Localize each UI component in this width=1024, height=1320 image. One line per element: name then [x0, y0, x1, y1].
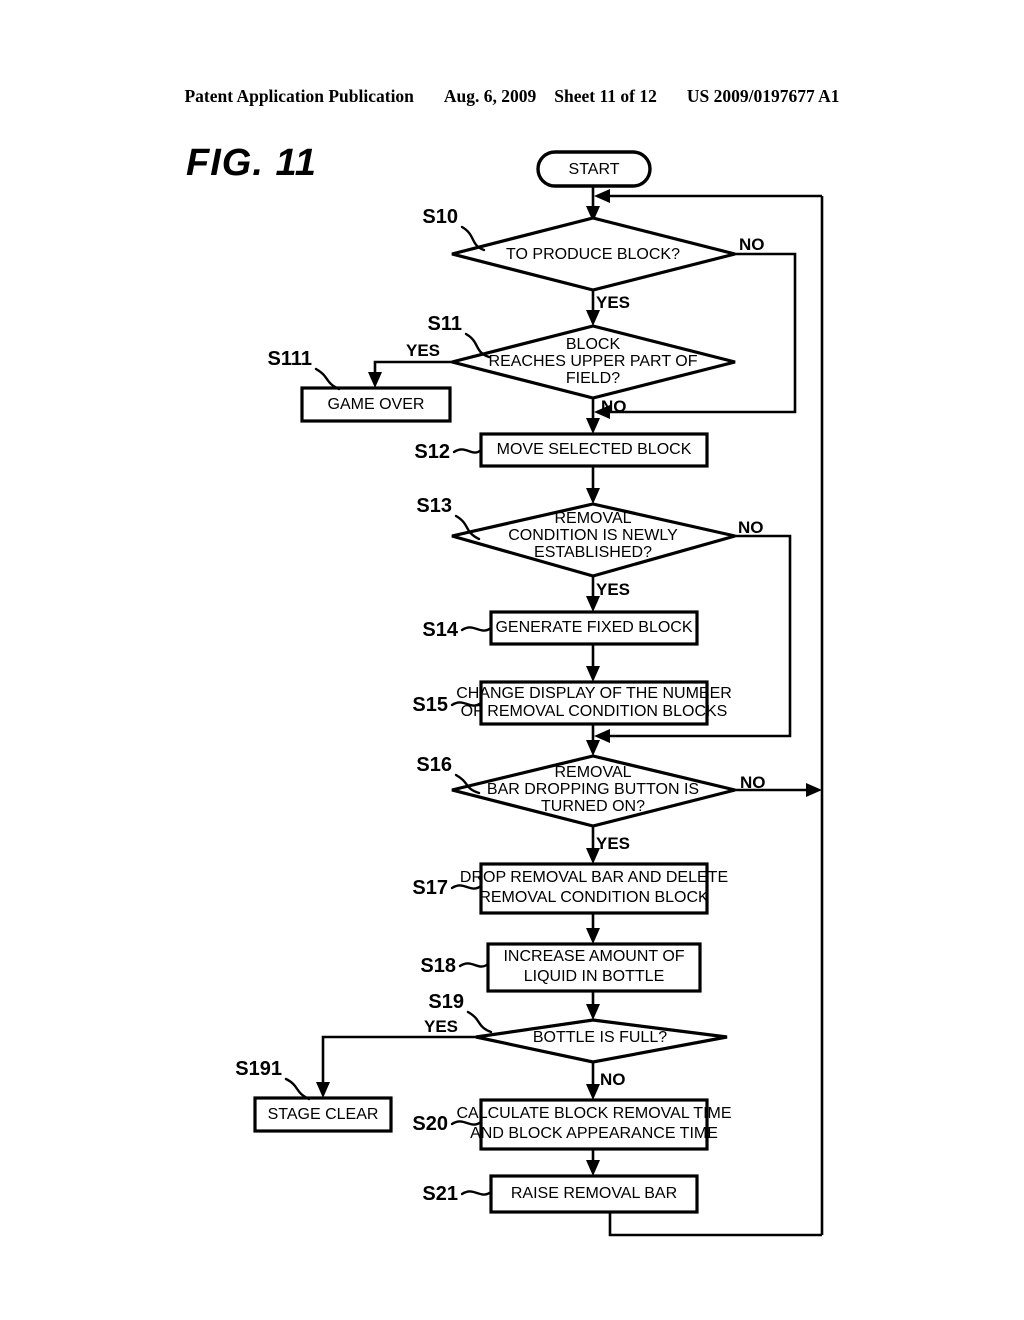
s11-text-line-1: BLOCK [566, 336, 621, 353]
step-id-s14: S14 [422, 619, 458, 641]
edge-s19-yes-to-s191 [321, 1035, 476, 1090]
arrowhead-s19-no [586, 1084, 600, 1100]
node-s12: MOVE SELECTED BLOCK [479, 432, 709, 468]
node-s111: GAME OVER [300, 386, 452, 423]
s191-text-line-1: STAGE CLEAR [268, 1106, 379, 1123]
s20-text-line-1: CALCULATE BLOCK REMOVAL TIME [456, 1105, 731, 1122]
node-s13: REMOVAL CONDITION IS NEWLY ESTABLISHED? [451, 502, 736, 578]
leader-s19 [466, 1010, 493, 1034]
edge-s11-yes-to-s111 [373, 360, 452, 380]
arrowhead-s19-yes [316, 1082, 330, 1098]
step-id-s16: S16 [416, 754, 452, 776]
branch-label-s16-yes: YES [596, 834, 630, 853]
step-id-s12: S12 [414, 441, 450, 463]
branch-label-s13-yes: YES [596, 580, 630, 599]
s15-text-line-1: CHANGE DISPLAY OF THE NUMBER [456, 685, 732, 702]
arrowhead-s10-yes [586, 310, 600, 326]
s10-text-line-1: TO PRODUCE BLOCK? [506, 246, 680, 263]
leader-s111 [314, 367, 341, 391]
start-label: START [569, 161, 620, 178]
step-id-s11: S11 [428, 313, 462, 335]
arrowhead-s18-to-s19 [586, 1004, 600, 1020]
arrowhead-s11-yes [368, 372, 382, 388]
branch-label-s16-no: NO [740, 773, 766, 792]
step-id-s19: S19 [428, 991, 464, 1013]
node-s17: DROP REMOVAL BAR AND DELETE REMOVAL COND… [460, 862, 728, 915]
s12-text-line-1: MOVE SELECTED BLOCK [497, 441, 692, 458]
branch-label-s11-yes: YES [406, 341, 440, 360]
step-id-s191: S191 [235, 1058, 282, 1080]
node-s20: CALCULATE BLOCK REMOVAL TIME AND BLOCK A… [456, 1098, 732, 1151]
edge-s21-to-outer-loop [608, 1212, 822, 1237]
step-id-s20: S20 [412, 1113, 448, 1135]
node-s16: REMOVAL BAR DROPPING BUTTON IS TURNED ON… [451, 754, 736, 828]
s15-text-line-2: OF REMOVAL CONDITION BLOCKS [461, 703, 728, 720]
node-s14: GENERATE FIXED BLOCK [489, 610, 699, 646]
arrowhead-s15-to-s16 [586, 740, 600, 756]
s13-text-line-2: CONDITION IS NEWLY [508, 527, 678, 544]
s11-text-line-3: FIELD? [566, 370, 620, 387]
node-s19: BOTTLE IS FULL? [475, 1018, 728, 1064]
step-id-s18: S18 [420, 955, 456, 977]
branch-label-s19-yes: YES [424, 1017, 458, 1036]
node-s21: RAISE REMOVAL BAR [489, 1174, 699, 1214]
step-id-s111: S111 [267, 348, 312, 370]
leader-s191 [284, 1077, 311, 1101]
leader-s12 [452, 448, 483, 454]
s21-text-line-1: RAISE REMOVAL BAR [511, 1185, 677, 1202]
s18-text-line-1: INCREASE AMOUNT OF [503, 948, 684, 965]
branch-label-s13-no: NO [738, 518, 764, 537]
s17-text-line-2: REMOVAL CONDITION BLOCK [479, 889, 709, 906]
step-id-s15: S15 [412, 694, 448, 716]
patent-page: Patent Application Publication Aug. 6, 20… [0, 0, 1024, 1320]
node-s18: INCREASE AMOUNT OF LIQUID IN BOTTLE [486, 942, 702, 993]
step-id-s21: S21 [422, 1183, 458, 1205]
s16-text-line-3: TURNED ON? [541, 798, 645, 815]
node-s191: STAGE CLEAR [253, 1096, 393, 1133]
arrowhead-s14-to-s15 [586, 666, 600, 682]
arrowhead-s16-no [806, 783, 822, 797]
s13-text-line-3: ESTABLISHED? [534, 544, 652, 561]
step-id-s17: S17 [412, 877, 448, 899]
s11-text-line-2: REACHES UPPER PART OF [489, 353, 698, 370]
s13-text-line-1: REMOVAL [554, 510, 631, 527]
flowchart-diagram: START TO PRODUCE BLOCK? BLOCK REACHES UP… [235, 150, 824, 1237]
s20-text-line-2: AND BLOCK APPEARANCE TIME [470, 1125, 718, 1142]
arrowhead-s12-to-s13 [586, 488, 600, 504]
s17-text-line-1: DROP REMOVAL BAR AND DELETE [460, 869, 728, 886]
node-s15: CHANGE DISPLAY OF THE NUMBER OF REMOVAL … [456, 680, 732, 726]
leader-s14 [460, 626, 493, 632]
step-id-s10: S10 [422, 206, 458, 228]
s16-text-line-1: REMOVAL [554, 764, 631, 781]
node-start: START [536, 150, 652, 188]
node-s11: BLOCK REACHES UPPER PART OF FIELD? [451, 324, 736, 400]
arrowhead-outer-loop [594, 189, 610, 203]
arrowhead-s20-to-s21 [586, 1160, 600, 1176]
s111-text-line-1: GAME OVER [328, 396, 425, 413]
branch-label-s11-no: NO [601, 397, 627, 416]
node-s10: TO PRODUCE BLOCK? [451, 216, 736, 292]
s18-text-line-2: LIQUID IN BOTTLE [524, 968, 664, 985]
branch-label-s10-yes: YES [596, 293, 630, 312]
leader-s21 [460, 1190, 493, 1196]
branch-label-s10-no: NO [739, 235, 765, 254]
arrowhead-s11-no [586, 418, 600, 434]
s14-text-line-1: GENERATE FIXED BLOCK [495, 619, 692, 636]
step-id-s13: S13 [416, 495, 452, 517]
arrowhead-s17-to-s18 [586, 928, 600, 944]
s16-text-line-2: BAR DROPPING BUTTON IS [487, 781, 699, 798]
branch-label-s19-no: NO [600, 1070, 626, 1089]
leader-s18 [458, 962, 490, 968]
s19-text-line-1: BOTTLE IS FULL? [533, 1029, 667, 1046]
